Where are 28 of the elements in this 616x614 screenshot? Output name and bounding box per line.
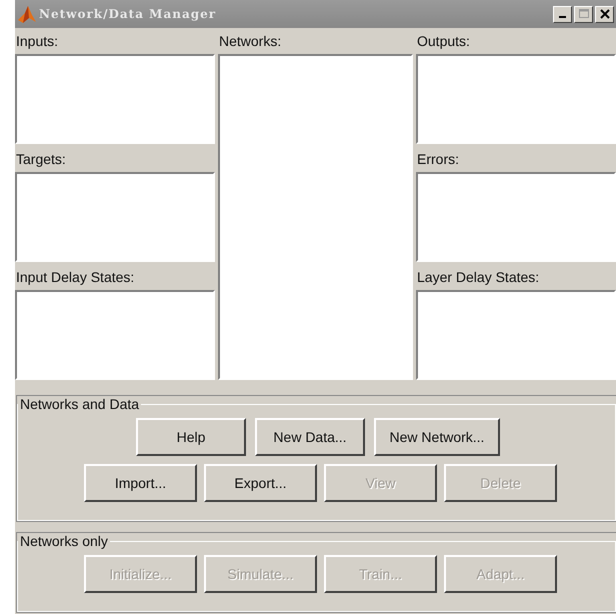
action-button[interactable]: New Data... [255, 418, 365, 456]
list-box[interactable] [15, 54, 215, 144]
list-box[interactable] [416, 54, 616, 144]
list-box[interactable] [15, 172, 215, 262]
maximize-icon [578, 8, 590, 20]
list-box[interactable] [416, 172, 616, 262]
list-label: Outputs: [416, 32, 471, 51]
minimize-button[interactable] [553, 6, 572, 22]
list-label: Errors: [416, 150, 460, 169]
action-button[interactable]: New Network... [374, 418, 500, 456]
list-label: Layer Delay States: [416, 268, 540, 287]
list-box[interactable] [416, 290, 616, 380]
action-button[interactable]: Import... [84, 464, 197, 502]
window-title: Network/Data Manager [39, 7, 216, 21]
list-label: Targets: [15, 150, 67, 169]
action-button[interactable]: Export... [204, 464, 317, 502]
maximize-button[interactable] [574, 6, 593, 22]
minimize-icon [559, 16, 566, 18]
group-title: Networks and Data [19, 396, 140, 412]
list-box[interactable] [15, 290, 215, 380]
action-button[interactable]: Help [136, 418, 246, 456]
list-label: Networks: [218, 32, 282, 51]
list-label: Inputs: [15, 32, 60, 51]
group-title: Networks only [19, 533, 109, 549]
peak-logo-icon [17, 4, 37, 24]
close-button[interactable] [595, 6, 614, 22]
list-label: Input Delay States: [15, 268, 136, 287]
close-icon [598, 8, 610, 20]
